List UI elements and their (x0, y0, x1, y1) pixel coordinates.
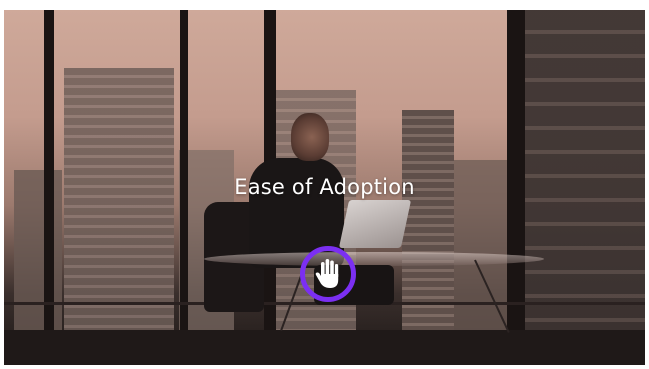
person-head (291, 113, 329, 161)
background-building (64, 68, 174, 365)
glass-desk (204, 252, 544, 266)
slide-caption: Ease of Adoption (234, 175, 415, 199)
hand-icon (315, 259, 339, 288)
laptop (338, 200, 412, 248)
hand-button[interactable] (300, 246, 356, 302)
office-floor (4, 330, 645, 365)
background-building (402, 110, 454, 365)
